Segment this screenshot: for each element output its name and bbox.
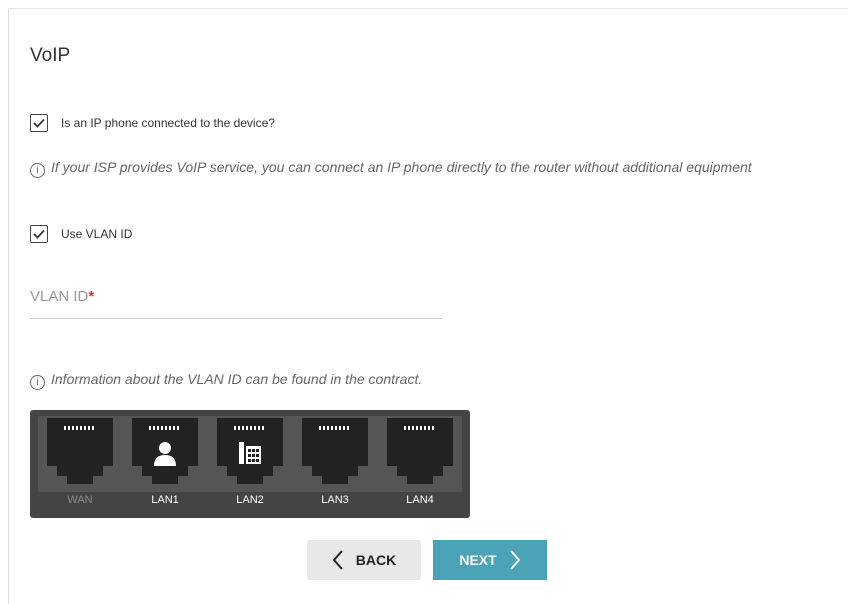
port-label-lan4: LAN4 [406, 494, 434, 506]
chevron-right-icon [509, 550, 521, 570]
back-button[interactable]: BACK [307, 540, 421, 580]
vlan-id-input[interactable] [30, 283, 442, 317]
ethernet-port-icon [217, 418, 283, 484]
next-button-label: NEXT [459, 552, 497, 568]
port-label-lan3: LAN3 [321, 494, 349, 506]
next-button[interactable]: NEXT [433, 540, 547, 580]
vlan-info-text: i Information about the VLAN ID can be fo… [30, 368, 790, 391]
port-label-wan: WAN [67, 494, 93, 506]
port-label-lan2: LAN2 [236, 494, 264, 506]
vlan-checkbox[interactable] [30, 225, 48, 243]
ip-phone-checkbox-label: Is an IP phone connected to the device? [61, 116, 275, 130]
ethernet-port-icon [302, 418, 368, 484]
ip-phone-checkbox-row[interactable]: Is an IP phone connected to the device? [30, 114, 275, 132]
port-lan4[interactable] [387, 418, 453, 484]
chevron-left-icon [332, 550, 343, 570]
vlan-checkbox-label: Use VLAN ID [61, 227, 133, 241]
checkmark-icon [33, 118, 45, 128]
ethernet-port-icon [132, 418, 198, 484]
port-lan3[interactable] [302, 418, 368, 484]
vlan-info-message: Information about the VLAN ID can be fou… [51, 371, 423, 387]
port-label-lan1: LAN1 [151, 494, 179, 506]
isp-info-text: i If your ISP provides VoIP service, you … [30, 156, 790, 179]
vlan-checkbox-row[interactable]: Use VLAN ID [30, 225, 132, 243]
info-icon: i [30, 375, 45, 390]
port-lan2[interactable] [217, 418, 283, 484]
port-wan[interactable] [47, 418, 113, 484]
info-icon: i [30, 163, 45, 178]
port-lan1[interactable] [132, 418, 198, 484]
vlan-id-field[interactable]: VLAN ID* [30, 283, 442, 319]
ethernet-port-icon [47, 418, 113, 484]
ip-phone-checkbox[interactable] [30, 114, 48, 132]
page-title: VoIP [30, 45, 71, 66]
ethernet-port-icon [387, 418, 453, 484]
isp-info-message: If your ISP provides VoIP service, you c… [51, 159, 752, 175]
checkmark-icon [33, 229, 45, 239]
back-button-label: BACK [355, 552, 397, 568]
